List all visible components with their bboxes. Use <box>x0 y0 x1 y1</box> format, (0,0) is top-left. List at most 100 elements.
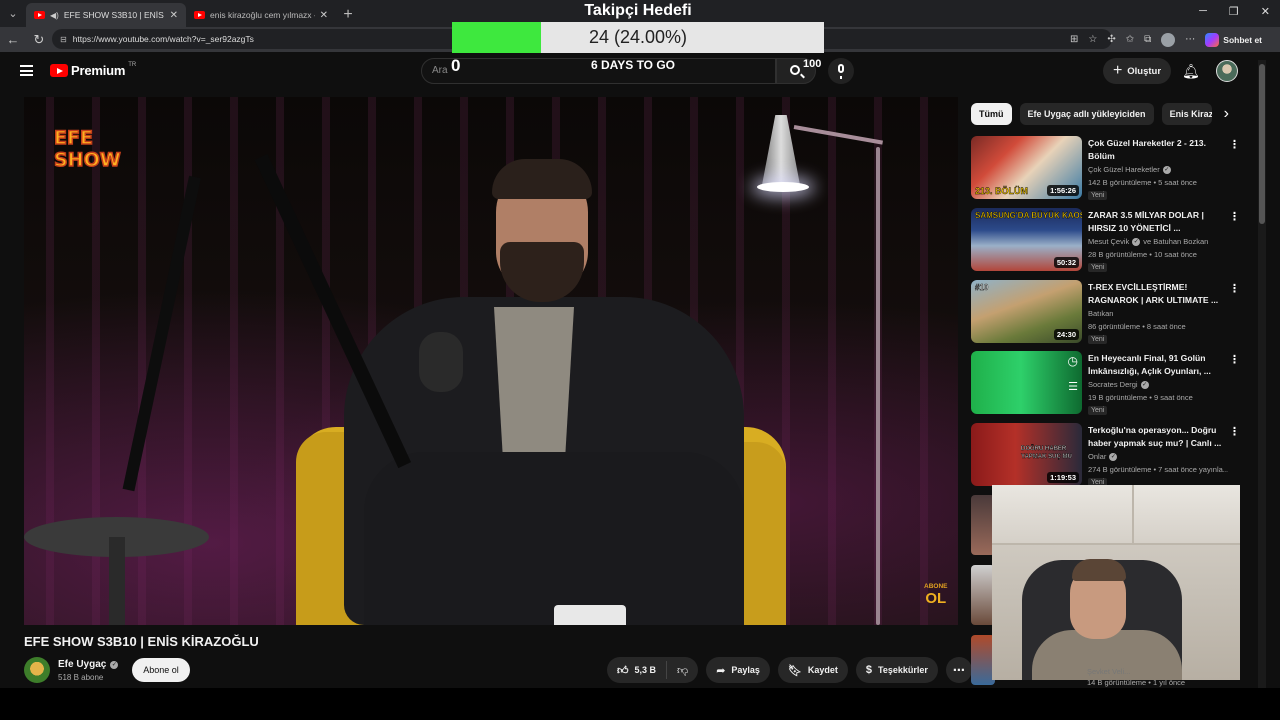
recommendation-channel[interactable]: Onlar ✓ <box>1088 452 1118 461</box>
collections-icon[interactable]: ⧉ <box>1144 34 1151 45</box>
duration-badge: 50:32 <box>1053 257 1079 268</box>
site-info-icon[interactable]: ⊟ <box>60 35 67 44</box>
new-badge: Yeni <box>1088 406 1108 415</box>
search-placeholder: Ara <box>432 65 448 76</box>
watch-later-icon[interactable]: ◷ <box>1068 354 1078 368</box>
copilot-icon <box>1205 32 1220 47</box>
recommendation-thumbnail[interactable]: ◷ ☰ <box>971 351 1082 414</box>
share-button[interactable]: ➦ Paylaş <box>706 657 770 683</box>
url-text: https://www.youtube.com/watch?v=_ser92az… <box>72 34 254 44</box>
like-button[interactable]: 👍︎ 5,3 B <box>607 661 668 679</box>
kebab-menu-icon[interactable]: ⋮ <box>1229 282 1240 295</box>
channel-avatar[interactable] <box>24 657 50 683</box>
recommendation-thumbnail[interactable]: 213. BÖLÜM 1:56:26 <box>971 136 1082 199</box>
kebab-menu-icon[interactable]: ⋮ <box>1229 210 1240 223</box>
chevron-right-icon[interactable]: › <box>1224 105 1229 123</box>
goal-start-value: 0 <box>451 56 461 75</box>
page-scrollbar-thumb[interactable] <box>1259 64 1265 224</box>
chip-uploader[interactable]: Efe Uygaç adlı yükleyiciden <box>1019 103 1154 125</box>
like-dislike-group: 👍︎ 5,3 B 👎︎ <box>607 657 699 683</box>
recommendation-thumbnail[interactable]: SAMSUNG'DA BÜYÜK KAOS 50:32 <box>971 208 1082 271</box>
recommendation-item[interactable]: ◷ ☰ En Heyecanlı Final, 91 Golün İmkânsı… <box>971 351 1241 417</box>
account-avatar[interactable] <box>1216 60 1238 82</box>
recommendation-channel[interactable]: Batıkan <box>1088 309 1113 318</box>
youtube-logo[interactable]: Premium TR <box>50 62 136 78</box>
notifications-bell-icon[interactable]: 🔔︎ <box>1182 63 1200 80</box>
favorite-star-icon[interactable]: ☆ <box>1088 34 1097 45</box>
recommendation-channel[interactable]: Mesut Çevik ✓ ve Batuhan Bozkan <box>1088 237 1208 246</box>
voice-search-button[interactable] <box>828 58 854 84</box>
close-window-icon[interactable]: ✕ <box>1261 5 1270 18</box>
close-tab-icon[interactable]: ✕ <box>170 10 178 21</box>
youtube-header: Premium TR Ara + Oluştur 🔔︎ 0 6 DAYS TO … <box>0 52 1256 92</box>
profile-avatar[interactable] <box>1161 32 1176 47</box>
chip-all[interactable]: Tümü <box>971 103 1012 125</box>
floor-lamp-light <box>757 182 809 192</box>
filter-chips: Tümü Efe Uygaç adlı yükleyiciden Enis Ki… <box>971 103 1229 125</box>
subscribe-watermark[interactable]: ABONE OL <box>924 583 947 607</box>
duration-badge: 1:56:26 <box>1047 185 1079 196</box>
side-table-leg <box>109 537 125 625</box>
recommendation-title[interactable]: En Heyecanlı Final, 91 Golün İmkânsızlığ… <box>1088 352 1223 378</box>
recommendation-title[interactable]: Terkoğlu'na operasyon... Doğru haber yap… <box>1088 424 1223 450</box>
channel-text: Socrates Dergi <box>1088 380 1138 389</box>
webcam-cabinet <box>992 485 1240 545</box>
favorites-icon[interactable]: ✩ <box>1126 34 1134 45</box>
menu-icon[interactable] <box>20 65 33 76</box>
recommendation-item[interactable]: DOĞRU HABER YAPMAK SUÇ MU 1:19:53 Terkoğ… <box>971 423 1241 489</box>
save-button[interactable]: 🔖︎ Kaydet <box>777 657 848 683</box>
create-button[interactable]: + Oluştur <box>1103 58 1171 84</box>
duration-badge: 1:19:53 <box>1047 472 1079 483</box>
goal-title: Takipçi Hedefi <box>584 2 692 19</box>
video-player[interactable]: EFE SHOW ABONE OL <box>24 97 958 625</box>
tab-list-chevron-icon[interactable]: ⌄ <box>0 0 26 27</box>
new-tab-button[interactable]: + <box>336 3 360 27</box>
verified-check-icon: ✓ <box>110 660 119 669</box>
thanks-label: Teşekkürler <box>878 665 928 675</box>
recommendation-title[interactable]: T-REX EVCİLLEŞTİRME! RAGNAROK | ARK ULTI… <box>1088 281 1223 307</box>
kebab-menu-icon[interactable]: ⋮ <box>1229 353 1240 366</box>
guest-hair <box>492 159 592 199</box>
extensions-icon[interactable]: ✣ <box>1107 34 1115 45</box>
back-icon[interactable]: ← <box>0 32 26 47</box>
channel-suffix: ve Batuhan Bozkan <box>1143 237 1209 246</box>
tab-enis-search[interactable]: enis kirazoğlu cem yılmazx - YouTube ✕ <box>186 3 336 27</box>
recommendation-channel[interactable]: Socrates Dergi ✓ <box>1088 380 1149 389</box>
verified-check-icon: ✓ <box>1109 452 1118 461</box>
more-actions-button[interactable]: ⋯ <box>945 657 972 683</box>
thanks-button[interactable]: $ Teşekkürler <box>855 657 938 683</box>
recommendation-title[interactable]: ZARAR 3.5 MİLYAR DOLAR | HIRSIZ 10 YÖNET… <box>1088 209 1223 235</box>
recommendation-thumbnail[interactable]: #10 24:30 <box>971 280 1082 343</box>
subscribe-watermark-big: OL <box>925 589 947 607</box>
kebab-menu-icon[interactable]: ⋮ <box>1229 138 1240 151</box>
dislike-button[interactable]: 👎︎ <box>667 664 698 677</box>
add-to-queue-icon[interactable]: ☰ <box>1068 380 1078 393</box>
chip-enis[interactable]: Enis Kiraz <box>1161 103 1212 125</box>
channel-name[interactable]: Efe Uygaç ✓ <box>58 659 119 670</box>
recommendation-thumbnail[interactable]: DOĞRU HABER YAPMAK SUÇ MU 1:19:53 <box>971 423 1082 486</box>
recommendation-title[interactable]: Çok Güzel Hareketler 2 - 213. Bölüm <box>1088 137 1223 163</box>
duration-badge: 24:30 <box>1053 329 1079 340</box>
maximize-icon[interactable]: ❐ <box>1229 5 1239 18</box>
like-count: 5,3 B <box>634 665 657 675</box>
kebab-menu-icon[interactable]: ⋮ <box>1229 425 1240 438</box>
copilot-button[interactable]: Sohbet et <box>1205 32 1262 47</box>
recommendation-channel[interactable]: Çok Güzel Hareketler ✓ <box>1088 165 1171 174</box>
more-options-icon[interactable]: ⋯ <box>1185 34 1195 45</box>
microphone <box>419 332 463 392</box>
subscribe-button[interactable]: Abone ol <box>132 658 190 682</box>
create-label: Oluştur <box>1127 65 1162 77</box>
close-tab-icon[interactable]: ✕ <box>320 10 328 21</box>
reader-view-icon[interactable]: ⊞ <box>1070 34 1078 45</box>
efe-logo-line-2: SHOW <box>53 148 121 172</box>
minimize-icon[interactable]: ─ <box>1199 5 1207 18</box>
super-thanks-icon: $ <box>865 664 873 676</box>
tab-efe-show[interactable]: ◀) EFE SHOW S3B10 | ENİS KİRA ✕ <box>26 3 186 27</box>
recommendation-item[interactable]: SAMSUNG'DA BÜYÜK KAOS 50:32 ZARAR 3.5 Mİ… <box>971 208 1241 274</box>
toolbar-icons: ⊞ ☆ ✣ ✩ ⧉ ⋯ Sohbet et <box>1070 27 1262 52</box>
recommendation-item[interactable]: #10 24:30 T-REX EVCİLLEŞTİRME! RAGNAROK … <box>971 280 1241 346</box>
recommendation-item[interactable]: 213. BÖLÜM 1:56:26 Çok Güzel Hareketler … <box>971 136 1241 202</box>
speaker-icon[interactable]: ◀) <box>50 11 59 20</box>
thumbs-down-icon: 👎︎ <box>677 664 689 677</box>
refresh-icon[interactable]: ↻ <box>26 32 52 48</box>
